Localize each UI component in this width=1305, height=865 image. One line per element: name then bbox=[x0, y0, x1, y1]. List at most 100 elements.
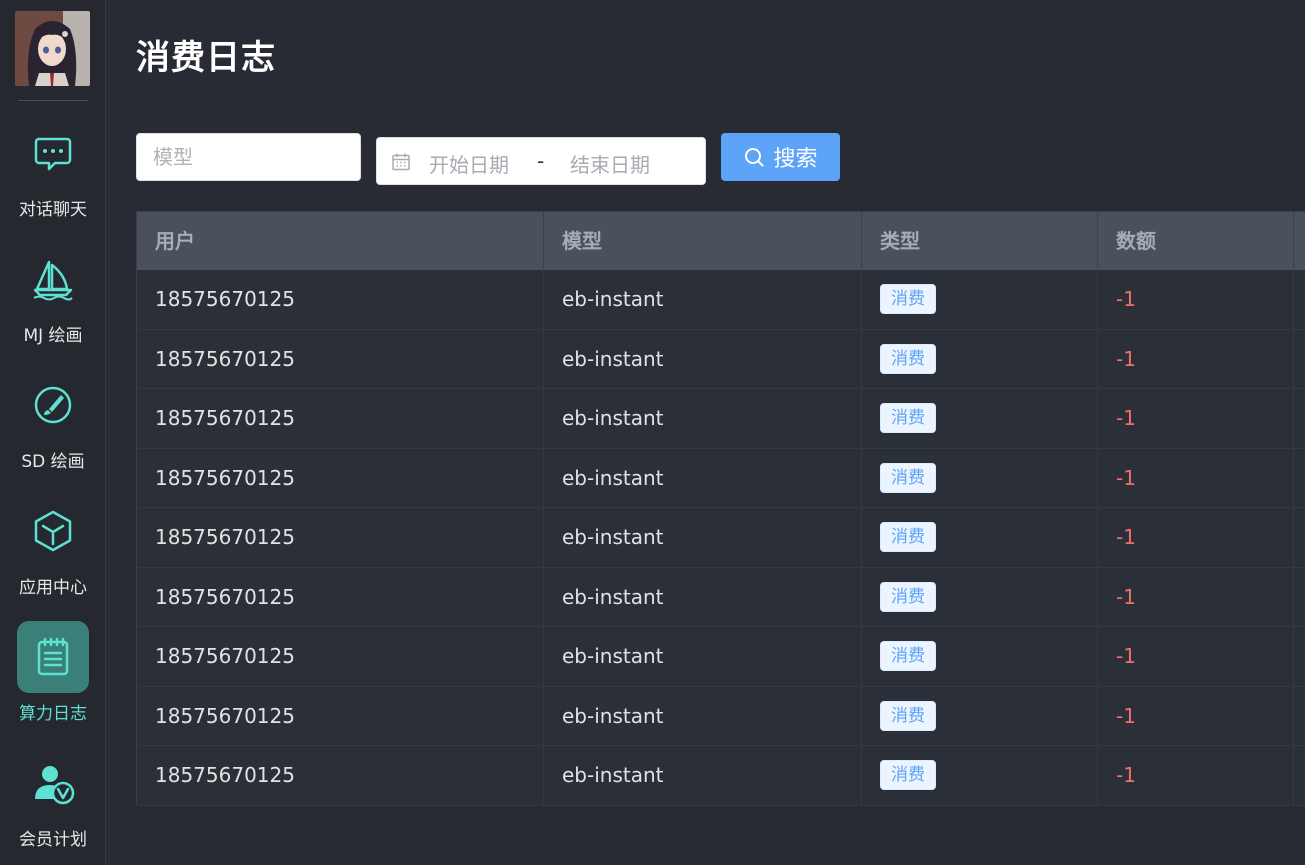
type-tag: 消费 bbox=[880, 641, 936, 671]
calendar-icon bbox=[392, 153, 410, 171]
type-tag: 消费 bbox=[880, 760, 936, 790]
cell-amount: -1 bbox=[1098, 508, 1294, 567]
cell-type: 消费 bbox=[862, 686, 1098, 746]
cell-type: 消费 bbox=[862, 508, 1098, 567]
avatar[interactable] bbox=[15, 11, 90, 86]
sidebar-item-chat[interactable]: 对话聊天 bbox=[0, 117, 106, 227]
cell-extra bbox=[1294, 627, 1305, 686]
cell-amount: -1 bbox=[1098, 746, 1294, 805]
cell-amount: -1 bbox=[1098, 448, 1294, 508]
cell-model: eb-instant bbox=[544, 389, 862, 448]
sidebar-item-label: 应用中心 bbox=[19, 578, 87, 598]
cell-type: 消费 bbox=[862, 627, 1098, 686]
table-row: 18575670125 eb-instant 消费 -1 bbox=[137, 686, 1305, 746]
date-range-picker[interactable]: 开始日期 - 结束日期 bbox=[376, 137, 706, 185]
cell-user: 18575670125 bbox=[137, 746, 544, 805]
cell-model: eb-instant bbox=[544, 329, 862, 389]
cell-type: 消费 bbox=[862, 746, 1098, 805]
sidebar-item-mj-drawing[interactable]: MJ 绘画 bbox=[0, 243, 106, 353]
nav-icon-box bbox=[17, 369, 89, 441]
date-range-separator: - bbox=[537, 149, 545, 173]
column-header-amount: 数额 bbox=[1098, 212, 1294, 270]
cell-amount: -1 bbox=[1098, 686, 1294, 746]
search-icon bbox=[745, 148, 764, 167]
sidebar-item-label: MJ 绘画 bbox=[23, 326, 83, 346]
cell-user: 18575670125 bbox=[137, 448, 544, 508]
cell-type: 消费 bbox=[862, 389, 1098, 448]
sailboat-icon bbox=[33, 260, 73, 301]
sidebar-item-label: 对话聊天 bbox=[19, 200, 87, 220]
cell-model: eb-instant bbox=[544, 627, 862, 686]
cell-model: eb-instant bbox=[544, 746, 862, 805]
model-search-input[interactable] bbox=[136, 133, 361, 181]
chat-bubble-icon bbox=[34, 137, 72, 171]
table-row: 18575670125 eb-instant 消费 -1 bbox=[137, 627, 1305, 687]
table-row: 18575670125 eb-instant 消费 -1 bbox=[137, 746, 1305, 806]
table-row: 18575670125 eb-instant 消费 -1 bbox=[137, 270, 1305, 330]
type-tag: 消费 bbox=[880, 522, 936, 552]
sidebar: 对话聊天 MJ 绘画 SD 绘画 应用中心 算力日志 会员计划 bbox=[0, 0, 106, 865]
type-tag: 消费 bbox=[880, 403, 936, 433]
nav-icon-box bbox=[17, 621, 89, 693]
type-tag: 消费 bbox=[880, 343, 936, 374]
table-row: 18575670125 eb-instant 消费 -1 bbox=[137, 508, 1305, 568]
cell-amount: -1 bbox=[1098, 567, 1294, 627]
cell-amount: -1 bbox=[1098, 627, 1294, 686]
vip-user-icon bbox=[35, 766, 75, 805]
cell-user: 18575670125 bbox=[137, 508, 544, 567]
table-row: 18575670125 eb-instant 消费 -1 bbox=[137, 389, 1305, 449]
type-tag: 消费 bbox=[880, 284, 936, 314]
notepad-icon bbox=[37, 637, 69, 676]
search-button[interactable]: 搜索 bbox=[721, 133, 840, 181]
nav-icon-box bbox=[17, 495, 89, 567]
cell-amount: -1 bbox=[1098, 329, 1294, 389]
cell-model: eb-instant bbox=[544, 567, 862, 627]
cell-user: 18575670125 bbox=[137, 627, 544, 686]
sidebar-divider bbox=[18, 100, 88, 101]
sidebar-item-app-center[interactable]: 应用中心 bbox=[0, 495, 106, 605]
cell-model: eb-instant bbox=[544, 508, 862, 567]
column-header-type: 类型 bbox=[862, 212, 1098, 270]
cell-amount: -1 bbox=[1098, 270, 1294, 329]
table-header: 用户 模型 类型 数额 bbox=[137, 212, 1305, 270]
table-row: 18575670125 eb-instant 消费 -1 bbox=[137, 329, 1305, 389]
cell-model: eb-instant bbox=[544, 686, 862, 746]
nav-icon-box bbox=[17, 747, 89, 819]
sidebar-item-sd-drawing[interactable]: SD 绘画 bbox=[0, 369, 106, 479]
cell-extra bbox=[1294, 508, 1305, 567]
cell-extra bbox=[1294, 270, 1305, 329]
cell-model: eb-instant bbox=[544, 448, 862, 508]
consumption-log-table: 用户 模型 类型 数额 18575670125 eb-instant 消费 -1… bbox=[136, 211, 1305, 806]
type-tag: 消费 bbox=[880, 581, 936, 612]
cell-amount: -1 bbox=[1098, 389, 1294, 448]
brush-icon bbox=[34, 386, 72, 424]
avatar-image bbox=[15, 11, 90, 86]
table-row: 18575670125 eb-instant 消费 -1 bbox=[137, 448, 1305, 508]
type-tag: 消费 bbox=[880, 462, 936, 493]
sidebar-item-compute-log[interactable]: 算力日志 bbox=[0, 621, 106, 731]
page-title: 消费日志 bbox=[136, 38, 276, 78]
cell-user: 18575670125 bbox=[137, 270, 544, 329]
column-header-model: 模型 bbox=[544, 212, 862, 270]
end-date-input[interactable]: 结束日期 bbox=[570, 149, 650, 178]
table-body: 18575670125 eb-instant 消费 -1 18575670125… bbox=[137, 270, 1305, 806]
table-row: 18575670125 eb-instant 消费 -1 bbox=[137, 567, 1305, 627]
cell-type: 消费 bbox=[862, 448, 1098, 508]
sidebar-item-membership[interactable]: 会员计划 bbox=[0, 747, 106, 857]
cell-type: 消费 bbox=[862, 567, 1098, 627]
cell-extra bbox=[1294, 449, 1305, 508]
start-date-input[interactable]: 开始日期 bbox=[429, 149, 509, 178]
cell-user: 18575670125 bbox=[137, 567, 544, 627]
cell-user: 18575670125 bbox=[137, 329, 544, 389]
cell-extra bbox=[1294, 389, 1305, 448]
nav-icon-box bbox=[17, 243, 89, 315]
cell-user: 18575670125 bbox=[137, 686, 544, 746]
cell-type: 消费 bbox=[862, 329, 1098, 389]
cell-extra bbox=[1294, 746, 1305, 805]
nav-icon-box bbox=[17, 117, 89, 189]
cell-extra bbox=[1294, 330, 1305, 389]
cell-user: 18575670125 bbox=[137, 389, 544, 448]
sidebar-item-label: SD 绘画 bbox=[21, 452, 85, 472]
sidebar-item-label: 会员计划 bbox=[19, 830, 87, 850]
sidebar-item-label: 算力日志 bbox=[19, 704, 87, 724]
